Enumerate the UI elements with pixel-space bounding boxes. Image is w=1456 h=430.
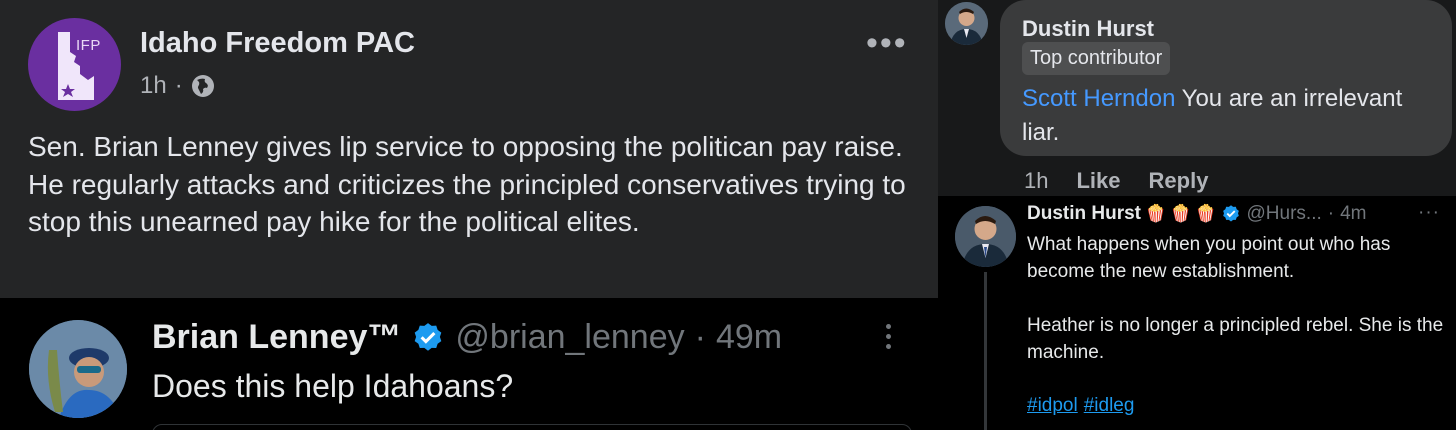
comment-time[interactable]: 1h	[1024, 168, 1048, 194]
avatar[interactable]	[29, 320, 127, 418]
tweet-hurst: Dustin Hurst 🍿 🍿 🍿 @Hurs... · 4m ··· Wha…	[938, 196, 1456, 430]
tweet-time[interactable]: 49m	[716, 318, 782, 357]
hashtags: #idpol #idleg	[1027, 395, 1134, 417]
meta-separator: ·	[174, 72, 183, 99]
idaho-state-logo-icon	[58, 32, 94, 100]
post-meta: 1h ·	[140, 72, 215, 100]
hashtag-link[interactable]: #idpol	[1027, 395, 1078, 417]
tweet-header: Brian Lenney™ @brian_lenney · 49m	[152, 318, 782, 357]
tweet-time[interactable]: 4m	[1340, 203, 1366, 225]
more-vertical-icon[interactable]	[882, 324, 894, 354]
quoted-media-card[interactable]	[152, 424, 912, 430]
facebook-post: IFP Idaho Freedom PAC 1h · ••• Sen. Bria…	[0, 0, 938, 298]
page-name[interactable]: Idaho Freedom PAC	[140, 27, 415, 60]
comment-actions: 1h Like Reply	[1024, 168, 1208, 194]
facebook-comment: Dustin Hurst Top contributor Scott Hernd…	[938, 0, 1456, 196]
avatar[interactable]	[955, 206, 1016, 267]
verified-badge-icon	[1222, 205, 1239, 222]
tweet-text: Does this help Idahoans?	[152, 368, 514, 404]
author-name[interactable]: Dustin Hurst	[1027, 203, 1141, 225]
author-name[interactable]: Brian Lenney™	[152, 318, 401, 357]
comment-bubble: Dustin Hurst Top contributor Scott Hernd…	[1000, 0, 1452, 156]
post-text: Sen. Brian Lenney gives lip service to o…	[28, 131, 906, 237]
avatar-logo-text: IFP	[76, 37, 101, 54]
mention-link[interactable]: Scott Herndon	[1022, 85, 1175, 112]
handle-separator: ·	[1327, 203, 1335, 224]
globe-icon	[191, 75, 214, 97]
verified-badge-icon	[415, 322, 442, 351]
thread-line	[984, 272, 987, 430]
tweet-text: What happens when you point out who has …	[1027, 231, 1447, 393]
tweet-paragraph: Heather is no longer a principled rebel.…	[1027, 315, 1444, 363]
profile-photo-icon	[945, 2, 988, 45]
popcorn-emoji-icon: 🍿	[1145, 204, 1167, 223]
profile-photo-icon	[29, 320, 127, 418]
tweet-lenney: Brian Lenney™ @brian_lenney · 49m Does t…	[0, 298, 938, 430]
comment-text: Scott Herndon You are an irrelevant liar…	[1022, 82, 1438, 150]
more-options-icon[interactable]: •••	[866, 24, 908, 63]
post-time[interactable]: 1h	[140, 72, 167, 100]
more-options-icon[interactable]: ···	[1418, 202, 1440, 224]
tweet-header: Dustin Hurst 🍿 🍿 🍿 @Hurs... · 4m	[1027, 203, 1367, 225]
popcorn-emoji-icon: 🍿	[1170, 204, 1192, 223]
author-handle[interactable]: @brian_lenney	[455, 318, 684, 357]
page-avatar[interactable]: IFP	[28, 18, 121, 111]
top-contributor-badge: Top contributor	[1022, 42, 1171, 75]
reply-button[interactable]: Reply	[1149, 168, 1209, 194]
hashtag-link[interactable]: #idleg	[1084, 395, 1135, 417]
tweet-paragraph: What happens when you point out who has …	[1027, 234, 1391, 282]
popcorn-emoji-icon: 🍿	[1195, 204, 1217, 223]
profile-photo-icon	[955, 206, 1016, 267]
handle-separator: ·	[694, 318, 706, 356]
like-button[interactable]: Like	[1076, 168, 1120, 194]
author-handle[interactable]: @Hurs...	[1247, 203, 1322, 225]
commenter-name[interactable]: Dustin Hurst	[1022, 16, 1154, 42]
commenter-avatar[interactable]	[945, 2, 988, 45]
